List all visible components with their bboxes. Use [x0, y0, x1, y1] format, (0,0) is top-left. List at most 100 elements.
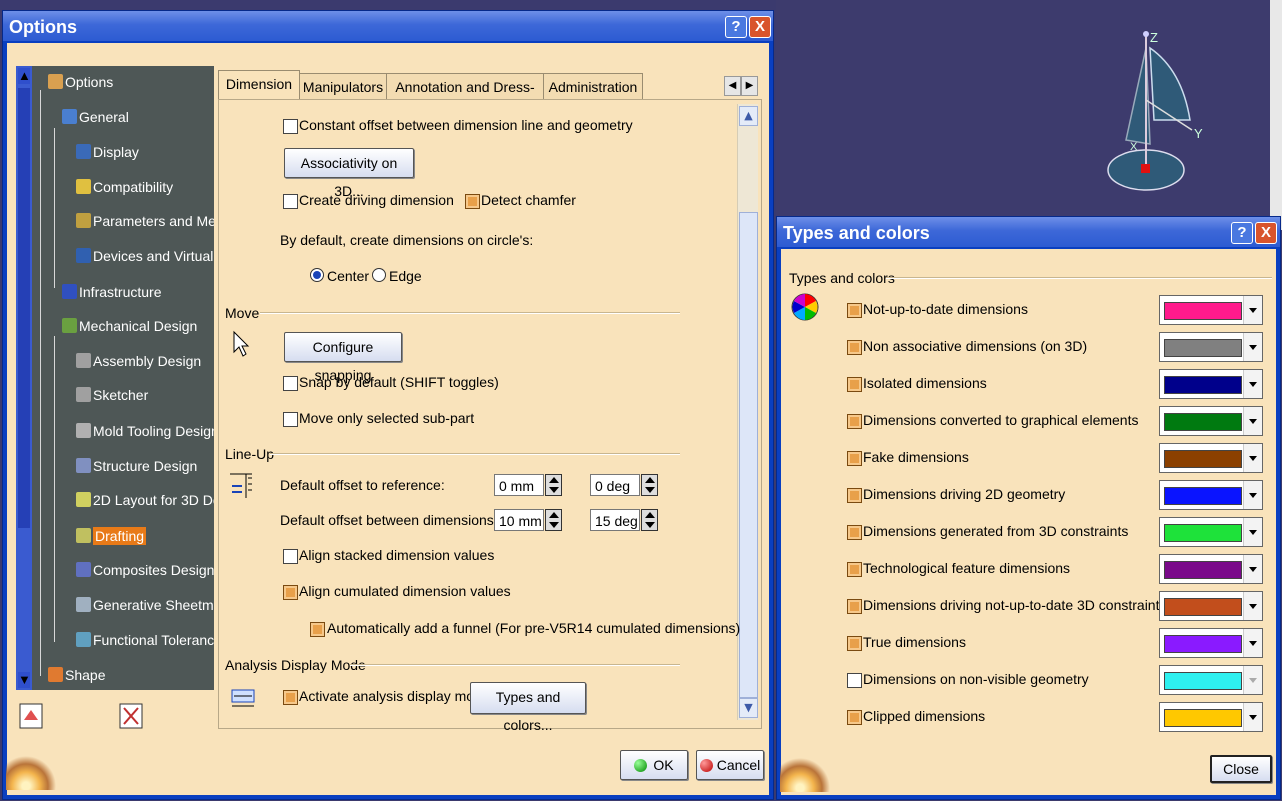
tc-close-button[interactable]: Close	[1210, 755, 1272, 783]
type-checkbox[interactable]	[847, 562, 862, 577]
associativity-button[interactable]: Associativity on 3D...	[284, 148, 414, 199]
move-selected-checkbox[interactable]	[283, 412, 298, 427]
tree-settings-icon[interactable]	[118, 700, 146, 734]
center-radio[interactable]	[310, 268, 324, 282]
color-dropdown[interactable]	[1159, 628, 1263, 658]
offset-between-mm-input[interactable]: 10 mm	[494, 509, 544, 531]
help-button[interactable]: ?	[725, 16, 747, 38]
type-checkbox[interactable]	[847, 525, 862, 540]
align-stacked-checkbox[interactable]	[283, 549, 298, 564]
chevron-down-icon[interactable]	[1243, 629, 1262, 657]
tree-assembly-design[interactable]: Assembly Design	[76, 353, 201, 369]
offset-between-deg-spinner[interactable]	[641, 509, 658, 531]
tree-infrastructure[interactable]: Infrastructure	[62, 284, 161, 300]
tab-scroll-left[interactable]: ◀	[724, 76, 741, 96]
align-cumulated-checkbox[interactable]	[283, 585, 298, 600]
close-button[interactable]: X	[749, 16, 771, 38]
tree-functional-tolerancing[interactable]: Functional Tolerancing &	[76, 632, 214, 648]
activate-analysis-checkbox[interactable]	[283, 690, 298, 705]
ok-button[interactable]: OK	[620, 750, 688, 780]
panel-scroll-down[interactable]: ▼	[739, 698, 758, 718]
color-dropdown[interactable]	[1159, 443, 1263, 473]
tree-scroll-up[interactable]: ▲	[18, 68, 31, 84]
tree-composites[interactable]: Composites Design	[76, 562, 214, 578]
type-checkbox[interactable]	[847, 636, 862, 651]
tab-scroll-right[interactable]: ▶	[741, 76, 758, 96]
chevron-down-icon[interactable]	[1243, 592, 1262, 620]
tree-shape[interactable]: Shape	[48, 667, 105, 683]
type-checkbox[interactable]	[847, 303, 862, 318]
constant-offset-checkbox[interactable]	[283, 119, 298, 134]
tree-general[interactable]: General	[62, 109, 129, 125]
type-checkbox[interactable]	[847, 340, 862, 355]
chevron-down-icon[interactable]	[1243, 518, 1262, 546]
type-checkbox[interactable]	[847, 710, 862, 725]
type-checkbox[interactable]	[847, 488, 862, 503]
tree-parameters[interactable]: Parameters and Measure	[76, 213, 214, 229]
offset-between-deg-input[interactable]: 15 deg	[590, 509, 640, 531]
tree-options[interactable]: Options	[48, 74, 113, 90]
snap-default-checkbox[interactable]	[283, 376, 298, 391]
chevron-down-icon[interactable]	[1243, 296, 1262, 324]
detect-chamfer-checkbox[interactable]	[465, 194, 480, 209]
color-dropdown[interactable]	[1159, 295, 1263, 325]
color-dropdown[interactable]	[1159, 369, 1263, 399]
panel-scroll-up[interactable]: ▲	[739, 106, 758, 126]
tree-scroll-thumb[interactable]	[18, 88, 30, 528]
cancel-button[interactable]: Cancel	[696, 750, 764, 780]
compass-widget[interactable]: Z Y X	[1090, 20, 1220, 200]
types-colors-titlebar[interactable]: Types and colors ? X	[777, 217, 1280, 247]
color-dropdown[interactable]	[1159, 517, 1263, 547]
tab-annotation[interactable]: Annotation and Dress-Up	[386, 73, 544, 121]
tab-dimension[interactable]: Dimension	[218, 70, 300, 101]
options-titlebar[interactable]: Options ? X	[3, 11, 773, 41]
type-checkbox[interactable]	[847, 377, 862, 392]
tree-sheetmetal[interactable]: Generative Sheetmetal D	[76, 597, 214, 613]
offset-reference-deg-spinner[interactable]	[641, 474, 658, 496]
tree-display[interactable]: Display	[76, 144, 139, 160]
offset-reference-mm-spinner[interactable]	[545, 474, 562, 496]
tc-help-button[interactable]: ?	[1231, 222, 1253, 244]
tree-scrollbar[interactable]: ▲ ▼	[16, 66, 32, 690]
color-dropdown[interactable]	[1159, 554, 1263, 584]
color-dropdown[interactable]	[1159, 702, 1263, 732]
color-dropdown[interactable]	[1159, 591, 1263, 621]
offset-reference-mm-input[interactable]: 0 mm	[494, 474, 544, 496]
tree-mold-tooling[interactable]: Mold Tooling Design	[76, 423, 214, 439]
tree-compatibility[interactable]: Compatibility	[76, 179, 173, 195]
chevron-down-icon[interactable]	[1243, 333, 1262, 361]
chevron-down-icon[interactable]	[1243, 703, 1262, 731]
auto-funnel-checkbox[interactable]	[310, 622, 325, 637]
types-colors-button[interactable]: Types and colors...	[470, 682, 586, 733]
tree-mechanical-design[interactable]: Mechanical Design	[62, 318, 197, 334]
type-checkbox[interactable]	[847, 451, 862, 466]
offset-between-mm-spinner[interactable]	[545, 509, 562, 531]
type-checkbox[interactable]	[847, 414, 862, 429]
configure-snapping-button[interactable]: Configure snapping	[284, 332, 402, 383]
edge-radio[interactable]	[372, 268, 386, 282]
chevron-down-icon[interactable]	[1243, 555, 1262, 583]
tc-close-x-button[interactable]: X	[1255, 222, 1277, 244]
tab-manipulators[interactable]: Manipulators	[299, 73, 387, 100]
color-dropdown[interactable]	[1159, 406, 1263, 436]
type-checkbox[interactable]	[847, 599, 862, 614]
panel-scroll-thumb[interactable]	[739, 212, 758, 698]
tree-home-icon[interactable]	[18, 700, 46, 734]
tree-devices[interactable]: Devices and Virtual Realit	[76, 248, 214, 264]
chevron-down-icon[interactable]	[1243, 481, 1262, 509]
chevron-down-icon[interactable]	[1243, 370, 1262, 398]
chevron-down-icon[interactable]	[1243, 666, 1262, 694]
color-dropdown[interactable]	[1159, 332, 1263, 362]
chevron-down-icon[interactable]	[1243, 407, 1262, 435]
tree-sketcher[interactable]: Sketcher	[76, 387, 148, 403]
color-dropdown[interactable]	[1159, 665, 1263, 695]
create-driving-checkbox[interactable]	[283, 194, 298, 209]
color-dropdown[interactable]	[1159, 480, 1263, 510]
offset-reference-deg-input[interactable]: 0 deg	[590, 474, 640, 496]
tab-administration[interactable]: Administration	[543, 73, 643, 100]
tree-structure-design[interactable]: Structure Design	[76, 458, 197, 474]
chevron-down-icon[interactable]	[1243, 444, 1262, 472]
tree-drafting[interactable]: Drafting	[76, 527, 147, 545]
type-checkbox[interactable]	[847, 673, 862, 688]
tree-2d-layout[interactable]: 2D Layout for 3D Design	[76, 492, 214, 508]
